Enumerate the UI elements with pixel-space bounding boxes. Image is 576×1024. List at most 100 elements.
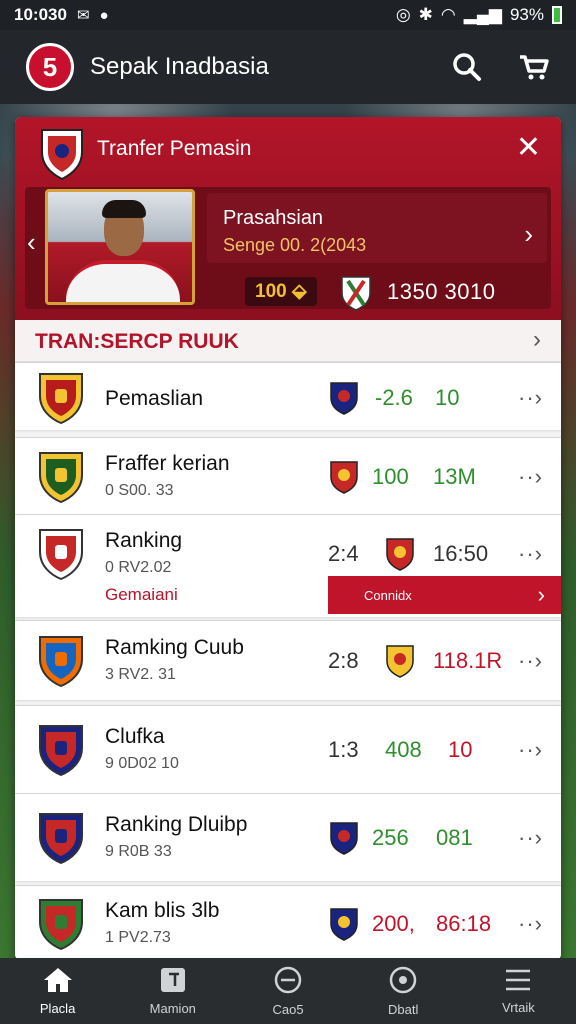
search-icon[interactable] bbox=[452, 52, 482, 82]
club-crest-icon bbox=[37, 723, 85, 782]
row-stat: 16:50 bbox=[433, 541, 489, 566]
row-name: Fraffer kerian bbox=[105, 451, 230, 475]
app-bar: 5 Sepak Inadbasia bbox=[0, 30, 576, 104]
rating-pill: 100 ⬙ bbox=[245, 277, 317, 306]
row-name: Kam blis 3lb bbox=[105, 898, 220, 922]
transfer-row[interactable]: Clufka 9 0D02 10 1:3 408 10 ··› bbox=[15, 705, 561, 793]
transfer-row[interactable]: Kam blis 3lb 1 PV2.73 200, 86:18 ··› bbox=[15, 885, 561, 960]
featured-player[interactable]: ‹ Prasahsian Senge 00. 2(2043 › 100 ⬙ 13… bbox=[25, 187, 551, 311]
nav-item-2[interactable]: Cao5 bbox=[230, 958, 345, 1024]
club-badge-icon bbox=[329, 460, 359, 499]
row-stat: 86:18 bbox=[436, 910, 492, 936]
chevron-left-icon[interactable]: ‹ bbox=[27, 227, 36, 258]
row-stat: 10 bbox=[435, 385, 460, 410]
nav-item-0[interactable]: Placla bbox=[0, 958, 115, 1024]
row-name: Clufka bbox=[105, 725, 165, 748]
follow-button[interactable]: Connidx › bbox=[328, 576, 561, 614]
home-icon bbox=[42, 966, 74, 997]
bottom-nav: Placla Mamion Cao5 Dbatl Vrtaik bbox=[0, 958, 576, 1024]
more-chevron-icon[interactable]: ··› bbox=[518, 464, 543, 490]
transfer-hero: Tranfer Pemasin ✕ ‹ Prasahsian Senge 00.… bbox=[15, 117, 561, 320]
row-stat: 10 bbox=[448, 737, 473, 762]
row-value: 100 bbox=[372, 463, 409, 489]
row-stat: 13M bbox=[433, 463, 476, 489]
club-crest-icon bbox=[37, 811, 85, 870]
club-crest-icon bbox=[37, 450, 85, 509]
player-name: Prasahsian bbox=[223, 207, 324, 229]
chevron-right-icon: › bbox=[537, 582, 545, 607]
nav-item-4[interactable]: Vrtaik bbox=[461, 958, 576, 1024]
row-stat: 118.1R bbox=[433, 648, 503, 673]
row-name: Ranking bbox=[105, 529, 183, 552]
nfc-icon: ◎ bbox=[395, 5, 411, 24]
battery-level: 93% bbox=[509, 5, 544, 24]
nav-label: Vrtaik bbox=[502, 1000, 535, 1015]
row-value: 200, bbox=[372, 910, 415, 936]
app-logo[interactable]: 5 bbox=[26, 43, 74, 91]
player-date: Senge 00. 2(2043 bbox=[223, 235, 367, 255]
player-info: Prasahsian Senge 00. 2(2043 › bbox=[207, 193, 547, 263]
transfer-row[interactable]: Ramking Cuub 3 RV2. 31 2:8 118.1R ··› bbox=[15, 620, 561, 700]
player-photo bbox=[45, 189, 195, 305]
row-subtitle: 1 PV2.73 bbox=[105, 928, 171, 946]
status-time: 10:030 bbox=[14, 5, 67, 24]
note-icon bbox=[159, 966, 187, 997]
nav-label: Dbatl bbox=[388, 1002, 419, 1017]
more-chevron-icon[interactable]: ··› bbox=[518, 911, 543, 937]
club-badge-icon bbox=[329, 381, 359, 420]
club-badge-icon bbox=[385, 644, 415, 683]
more-chevron-icon[interactable]: ··› bbox=[518, 648, 543, 674]
club-crest-icon bbox=[37, 527, 85, 586]
transfer-card: Tranfer Pemasin ✕ ‹ Prasahsian Senge 00.… bbox=[15, 117, 561, 960]
cart-icon[interactable] bbox=[518, 52, 550, 82]
hero-title: Tranfer Pemasin bbox=[97, 137, 252, 160]
row-subtitle: 3 RV2. 31 bbox=[105, 666, 176, 683]
club-badge-icon bbox=[385, 537, 415, 576]
row-tag: Gemaiani bbox=[105, 585, 178, 604]
club-badge-icon bbox=[329, 907, 359, 946]
section-title: TRAN:SERCP RUUK bbox=[35, 330, 239, 353]
more-chevron-icon[interactable]: ··› bbox=[518, 825, 543, 851]
club-badge-icon bbox=[329, 821, 359, 860]
club-badge-icon bbox=[341, 276, 371, 311]
row-subtitle: 9 R0B 33 bbox=[105, 843, 172, 860]
minus-circle-icon bbox=[273, 965, 303, 998]
notification-icon: ✉ bbox=[76, 7, 90, 24]
row-subtitle: 0 S00. 33 bbox=[105, 481, 174, 499]
ball-icon bbox=[388, 965, 418, 998]
row-name: Pemaslian bbox=[105, 387, 204, 410]
signal-icon: ▂▄▆ bbox=[463, 5, 502, 24]
close-icon[interactable]: ✕ bbox=[516, 133, 541, 163]
more-chevron-icon[interactable]: ··› bbox=[518, 737, 543, 763]
nav-item-3[interactable]: Dbatl bbox=[346, 958, 461, 1024]
menu-icon bbox=[503, 967, 533, 996]
more-chevron-icon[interactable]: ··› bbox=[518, 541, 543, 567]
follow-button-label: Connidx bbox=[364, 587, 412, 603]
app-title: Sepak Inadbasia bbox=[90, 53, 269, 80]
row-value: -2.6 bbox=[375, 385, 413, 410]
transfer-row[interactable]: Pemaslian -2.6 10 ··› bbox=[15, 362, 561, 430]
club-crest-icon bbox=[37, 371, 85, 430]
club-crest-icon bbox=[41, 129, 83, 181]
row-name: Ramking Cuub bbox=[105, 636, 244, 659]
transfer-row[interactable]: Ranking Dluibp 9 R0B 33 256 081 ··› bbox=[15, 793, 561, 881]
nav-label: Cao5 bbox=[272, 1002, 304, 1017]
chevron-right-icon[interactable]: › bbox=[524, 219, 533, 250]
row-value: 408 bbox=[385, 737, 422, 762]
more-chevron-icon[interactable]: ··› bbox=[518, 385, 543, 411]
transfer-row[interactable]: Ranking 0 RV2.02 Gemaiani 2:4 16:50 ··› Connid… bbox=[15, 514, 561, 617]
section-header[interactable]: TRAN:SERCP RUUK › bbox=[15, 320, 561, 362]
alert-icon: ● bbox=[99, 6, 109, 24]
chevron-right-icon[interactable]: › bbox=[533, 326, 541, 354]
nav-item-1[interactable]: Mamion bbox=[115, 958, 230, 1024]
row-name: Ranking Dluibp bbox=[105, 813, 248, 836]
club-crest-icon bbox=[37, 897, 85, 956]
row-value: 2:8 bbox=[328, 648, 359, 673]
nav-label: Mamion bbox=[149, 1001, 196, 1016]
row-score: 1:3 bbox=[328, 737, 359, 762]
wifi-icon: ◠ bbox=[440, 5, 456, 24]
row-stat: 081 bbox=[436, 825, 473, 850]
row-value: 256 bbox=[372, 825, 409, 850]
transfer-row[interactable]: Fraffer kerian 0 S00. 33 100 13M ··› bbox=[15, 437, 561, 514]
club-crest-icon bbox=[37, 634, 85, 693]
